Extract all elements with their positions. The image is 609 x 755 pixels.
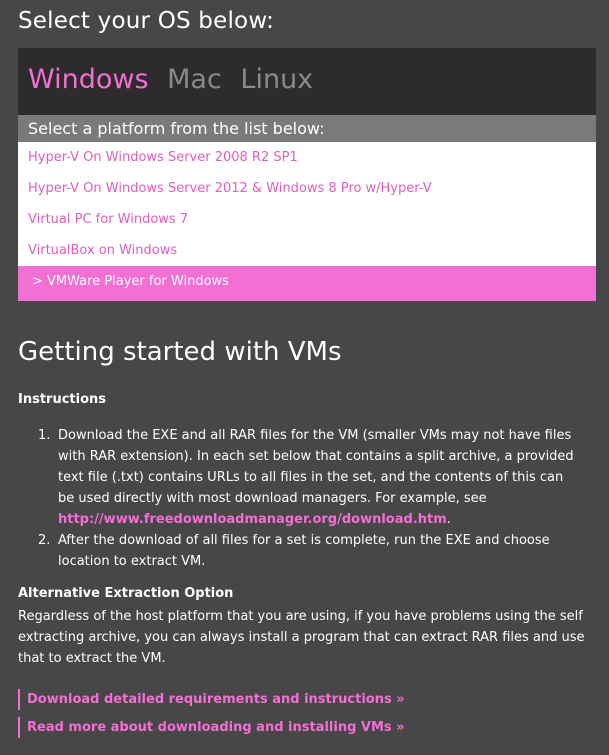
os-selector-panel: Windows Mac Linux (18, 48, 596, 115)
alt-extraction-heading: Alternative Extraction Option (18, 586, 234, 601)
step-text: Download the EXE and all RAR files for t… (58, 428, 574, 506)
platform-list-header-label: Select a platform from the list below: (28, 119, 325, 138)
platform-item-label: Hyper-V On Windows Server 2012 & Windows… (28, 181, 432, 196)
os-tabs: Windows Mac Linux (28, 64, 323, 95)
platform-item-label: > VMWare Player for Windows (32, 274, 229, 289)
platform-list: Hyper-V On Windows Server 2008 R2 SP1 Hy… (18, 142, 596, 301)
download-requirements-link[interactable]: Download detailed requirements and instr… (18, 689, 405, 710)
page-header-title: Select your OS below: (18, 8, 275, 34)
platform-item-virtualbox[interactable]: VirtualBox on Windows (18, 235, 596, 266)
instruction-step: 2. After the download of all files for a… (38, 530, 574, 572)
step-number: 2. (38, 533, 51, 548)
section-title: Getting started with VMs (18, 337, 342, 367)
tab-windows[interactable]: Windows (28, 64, 149, 95)
instructions-heading: Instructions (18, 392, 107, 407)
instruction-step: 1. Download the EXE and all RAR files fo… (38, 425, 574, 530)
step-number: 1. (38, 428, 51, 443)
platform-item-vmware[interactable]: > VMWare Player for Windows (18, 266, 596, 301)
instructions-list: 1. Download the EXE and all RAR files fo… (38, 425, 574, 572)
platform-item-virtual-pc[interactable]: Virtual PC for Windows 7 (18, 204, 596, 235)
step-text: After the download of all files for a se… (58, 533, 550, 569)
tab-linux[interactable]: Linux (240, 64, 313, 95)
platform-item-label: Hyper-V On Windows Server 2008 R2 SP1 (28, 150, 298, 165)
tab-mac[interactable]: Mac (167, 64, 222, 95)
read-more-vms-link[interactable]: Read more about downloading and installi… (18, 717, 405, 738)
platform-item-label: VirtualBox on Windows (28, 243, 178, 258)
platform-item-label: Virtual PC for Windows 7 (28, 212, 189, 227)
platform-item-hyperv-2008[interactable]: Hyper-V On Windows Server 2008 R2 SP1 (18, 142, 596, 173)
alt-extraction-text: Regardless of the host platform that you… (18, 609, 585, 666)
platform-item-hyperv-2012[interactable]: Hyper-V On Windows Server 2012 & Windows… (18, 173, 596, 204)
step-text-end: . (446, 512, 451, 527)
download-manager-link[interactable]: http://www.freedownloadmanager.org/downl… (58, 512, 447, 527)
platform-list-header: Select a platform from the list below: (18, 115, 596, 142)
